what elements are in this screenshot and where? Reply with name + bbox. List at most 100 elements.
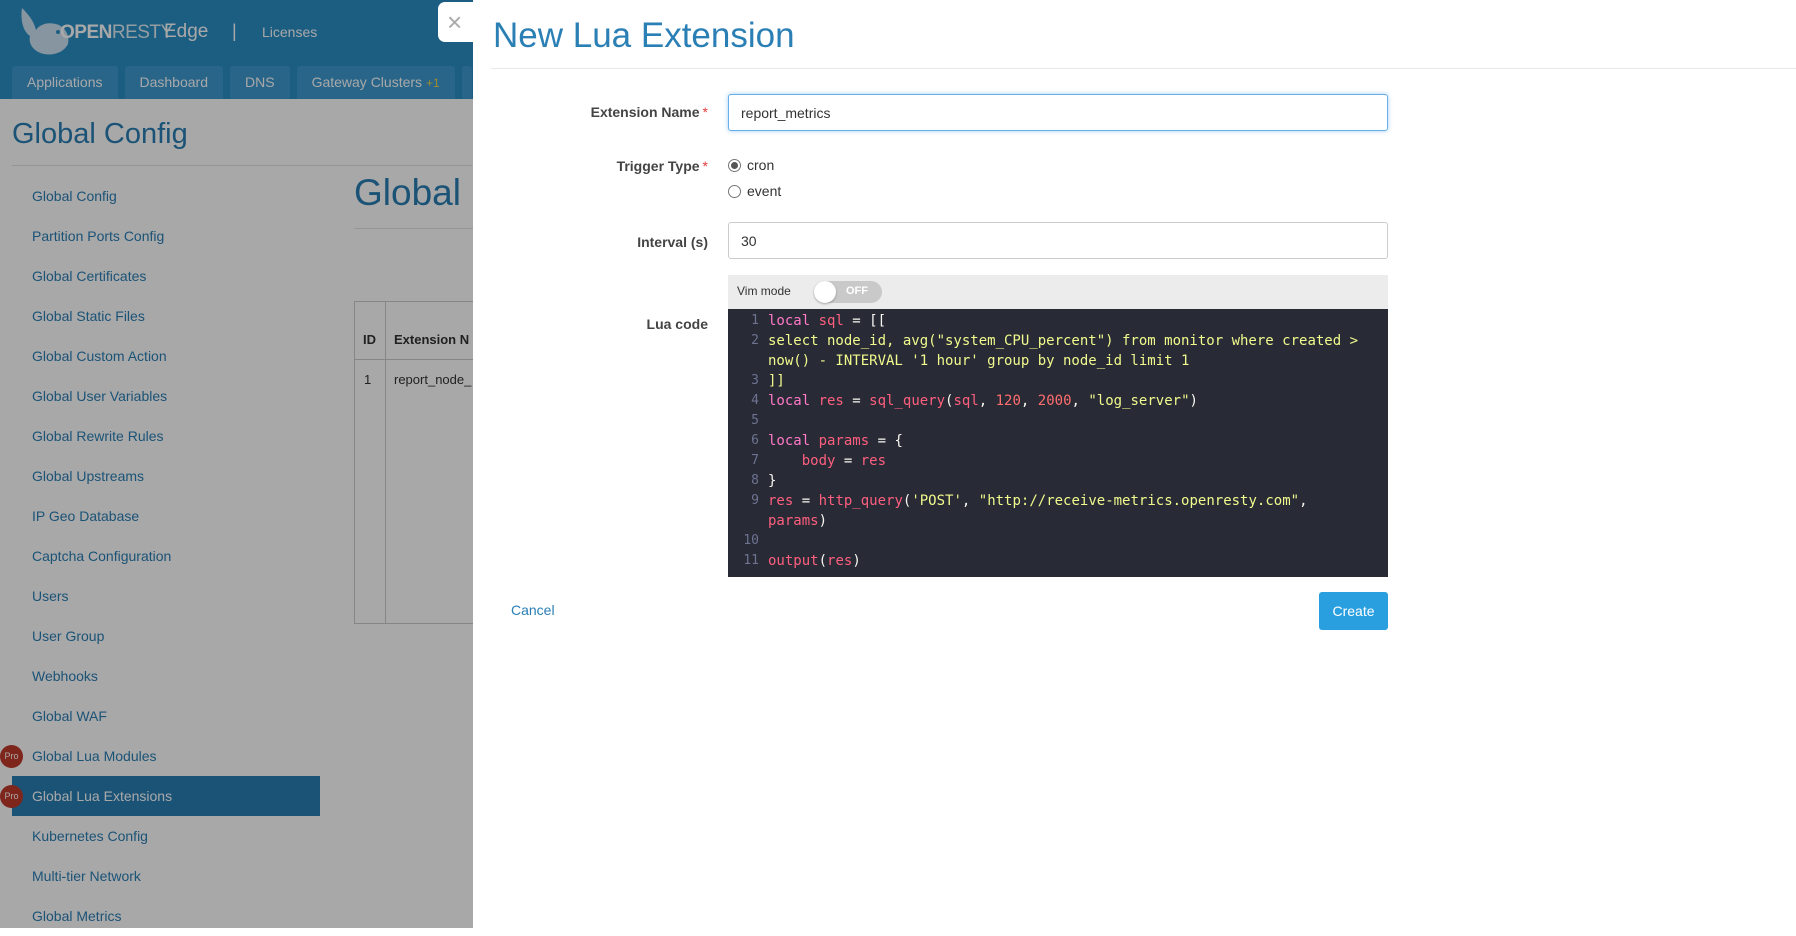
code-token: "log_server" [1088, 393, 1190, 409]
code-token: res [818, 393, 844, 409]
line-number: 4 [751, 393, 759, 408]
code-token: sql [818, 313, 844, 329]
line-number: 1 [751, 313, 759, 328]
code-token: ) [1189, 393, 1198, 409]
line-number [728, 511, 768, 531]
code-token: ) [818, 513, 828, 529]
code-token: sql [953, 393, 979, 409]
code-text: output(res) [768, 551, 861, 571]
code-text: } [768, 471, 776, 491]
code-token: = [843, 393, 870, 409]
code-text: now() - INTERVAL '1 hour' group by node_… [768, 351, 1189, 371]
modal-title: New Lua Extension [493, 16, 795, 55]
code-line: 11 output(res) [728, 551, 1388, 571]
code-line: params) [728, 511, 1388, 531]
code-token: local [768, 313, 819, 329]
code-line: 8} [728, 471, 1388, 491]
code-token: sql_query [869, 393, 946, 409]
required-mark: * [702, 158, 708, 174]
code-token: output [768, 553, 819, 569]
vim-mode-state: OFF [846, 285, 868, 297]
trigger-option-cron[interactable]: cron [728, 157, 774, 173]
code-line: 2 select node_id, avg("system_CPU_percent… [728, 331, 1388, 351]
code-token: 2000 [1037, 393, 1072, 409]
code-line: 9 res = http_query('POST', "http://receiv… [728, 491, 1388, 511]
required-mark: * [702, 104, 708, 120]
line-number: 8 [751, 473, 759, 488]
create-button[interactable]: Create [1319, 592, 1388, 630]
lua-code-label: Lua code [646, 316, 708, 332]
interval-label: Interval (s) [637, 234, 708, 250]
interval-field[interactable] [728, 222, 1388, 259]
modal-close-button[interactable]: × [438, 2, 478, 42]
code-token: , [1071, 393, 1089, 409]
code-token: , [1299, 493, 1308, 509]
code-token: ) [852, 553, 861, 569]
code-token: select node_id, avg("system_CPU_percent"… [768, 333, 1359, 349]
code-token: params [768, 513, 819, 529]
code-token: local [768, 393, 819, 409]
vim-mode-label: Vim mode [737, 284, 791, 298]
code-token: 120 [995, 393, 1021, 409]
code-token: , [978, 393, 996, 409]
code-token: body [801, 453, 836, 469]
code-token: = [835, 453, 861, 469]
cancel-button[interactable]: Cancel [511, 602, 555, 618]
code-token: http_query [818, 493, 903, 509]
code-text: select node_id, avg("system_CPU_percent"… [768, 331, 1358, 351]
code-token: = { [869, 433, 903, 449]
code-text: body = res [768, 451, 886, 471]
code-line: now() - INTERVAL '1 hour' group by node_… [728, 351, 1388, 371]
code-line: 1 local sql = [[ [728, 311, 1388, 331]
extension-name-field[interactable] [728, 94, 1388, 131]
code-text: params) [768, 511, 827, 531]
extension-name-input[interactable] [729, 95, 1387, 130]
line-number: 7 [751, 453, 759, 468]
code-line: 3]] [728, 371, 1388, 391]
extension-name-label-text: Extension Name [590, 104, 700, 120]
line-number: 6 [751, 433, 759, 448]
line-number: 9 [751, 493, 759, 508]
code-line: 5 [728, 411, 1388, 431]
line-number: 10 [743, 533, 759, 548]
code-text: local res = sql_query(sql, 120, 2000, "l… [768, 391, 1198, 411]
code-token: } [768, 473, 777, 489]
code-token: , [961, 493, 979, 509]
line-number [728, 351, 768, 371]
trigger-type-label: Trigger Type * [617, 158, 708, 174]
editor-toolbar: Vim mode OFF [728, 275, 1388, 309]
code-text: ]] [768, 371, 785, 391]
code-text: res = http_query('POST', "http://receive… [768, 491, 1308, 511]
toggle-knob [814, 281, 836, 303]
code-token: ( [818, 553, 828, 569]
code-line: 4 local res = sql_query(sql, 120, 2000, "… [728, 391, 1388, 411]
trigger-option-event[interactable]: event [728, 183, 781, 199]
code-token: , [1020, 393, 1038, 409]
code-token: params [818, 433, 870, 449]
extension-name-label: Extension Name * [591, 104, 708, 120]
code-line: 6 local params = { [728, 431, 1388, 451]
code-token: ]] [768, 373, 785, 389]
vim-mode-toggle[interactable]: OFF [814, 281, 882, 303]
line-number: 3 [751, 373, 759, 388]
lua-code-editor[interactable]: 1 local sql = [[ 2 select node_id, avg("sys… [728, 309, 1388, 577]
code-line: 7 body = res [728, 451, 1388, 471]
code-token: res [827, 553, 853, 569]
code-token: 'POST' [911, 493, 962, 509]
cron-radio[interactable] [728, 158, 741, 172]
interval-input[interactable] [729, 223, 1387, 258]
line-number: 2 [751, 333, 759, 348]
line-number: 5 [751, 413, 759, 428]
close-icon: × [447, 7, 463, 37]
event-radio-label: event [747, 183, 782, 199]
code-token: "http://receive-metrics.openresty.com" [978, 493, 1300, 509]
code-token: res [768, 493, 794, 509]
cron-radio-label: cron [747, 157, 775, 173]
new-lua-extension-modal: New Lua Extension Extension Name* Trigge… [473, 0, 1796, 928]
modal-title-divider [491, 68, 1796, 69]
trigger-type-label-text: Trigger Type [616, 158, 700, 174]
code-text: local sql = [[ [768, 311, 886, 331]
event-radio[interactable] [728, 184, 741, 198]
code-token: now() - INTERVAL '1 hour' group by node_… [768, 353, 1190, 369]
code-text: local params = { [768, 431, 903, 451]
